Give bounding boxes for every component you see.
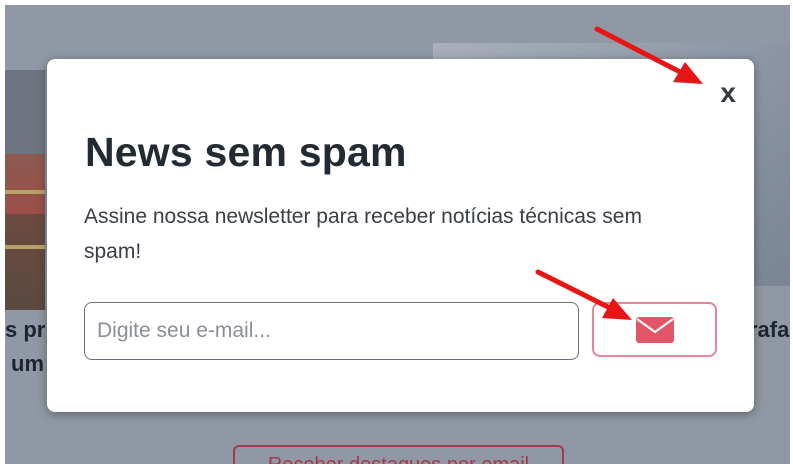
background-article-title-fragment: s pr	[5, 317, 46, 342]
envelope-icon	[635, 316, 674, 343]
subscribe-button[interactable]	[592, 302, 717, 357]
background-article-image-left	[5, 70, 45, 310]
background-subscribe-button: Receber destaques por email	[233, 445, 564, 464]
close-button[interactable]: x	[720, 79, 736, 107]
modal-title: News sem spam	[85, 129, 407, 175]
newsletter-modal: x News sem spam Assine nossa newsletter …	[47, 59, 754, 412]
background-article-title-fragment: um	[11, 351, 44, 376]
background-article-title-fragment: rafa	[749, 317, 790, 342]
modal-description: Assine nossa newsletter para receber not…	[84, 205, 642, 263]
email-input[interactable]	[84, 302, 579, 360]
